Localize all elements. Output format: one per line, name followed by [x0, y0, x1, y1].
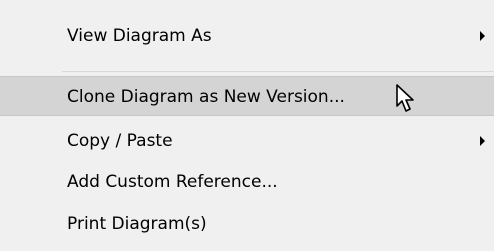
- menu-item-add-custom-reference[interactable]: Add Custom Reference...: [0, 162, 494, 202]
- context-menu: View Diagram As Clone Diagram as New Ver…: [0, 0, 494, 251]
- menu-item-clone-diagram[interactable]: Clone Diagram as New Version...: [0, 76, 494, 116]
- menu-separator: [62, 71, 494, 72]
- menu-item-label: Print Diagram(s): [67, 214, 207, 234]
- menu-item-copy-paste[interactable]: Copy / Paste: [0, 121, 494, 161]
- mouse-pointer-icon: [396, 84, 414, 112]
- menu-item-label: View Diagram As: [67, 26, 212, 46]
- menu-item-label: Clone Diagram as New Version...: [67, 87, 345, 107]
- menu-item-print-diagrams[interactable]: Print Diagram(s): [0, 204, 494, 244]
- menu-item-label: Copy / Paste: [67, 131, 173, 151]
- menu-item-label: Add Custom Reference...: [67, 172, 278, 192]
- submenu-arrow-icon: [480, 31, 485, 41]
- submenu-arrow-icon: [480, 136, 485, 146]
- menu-item-view-diagram-as[interactable]: View Diagram As: [0, 16, 494, 56]
